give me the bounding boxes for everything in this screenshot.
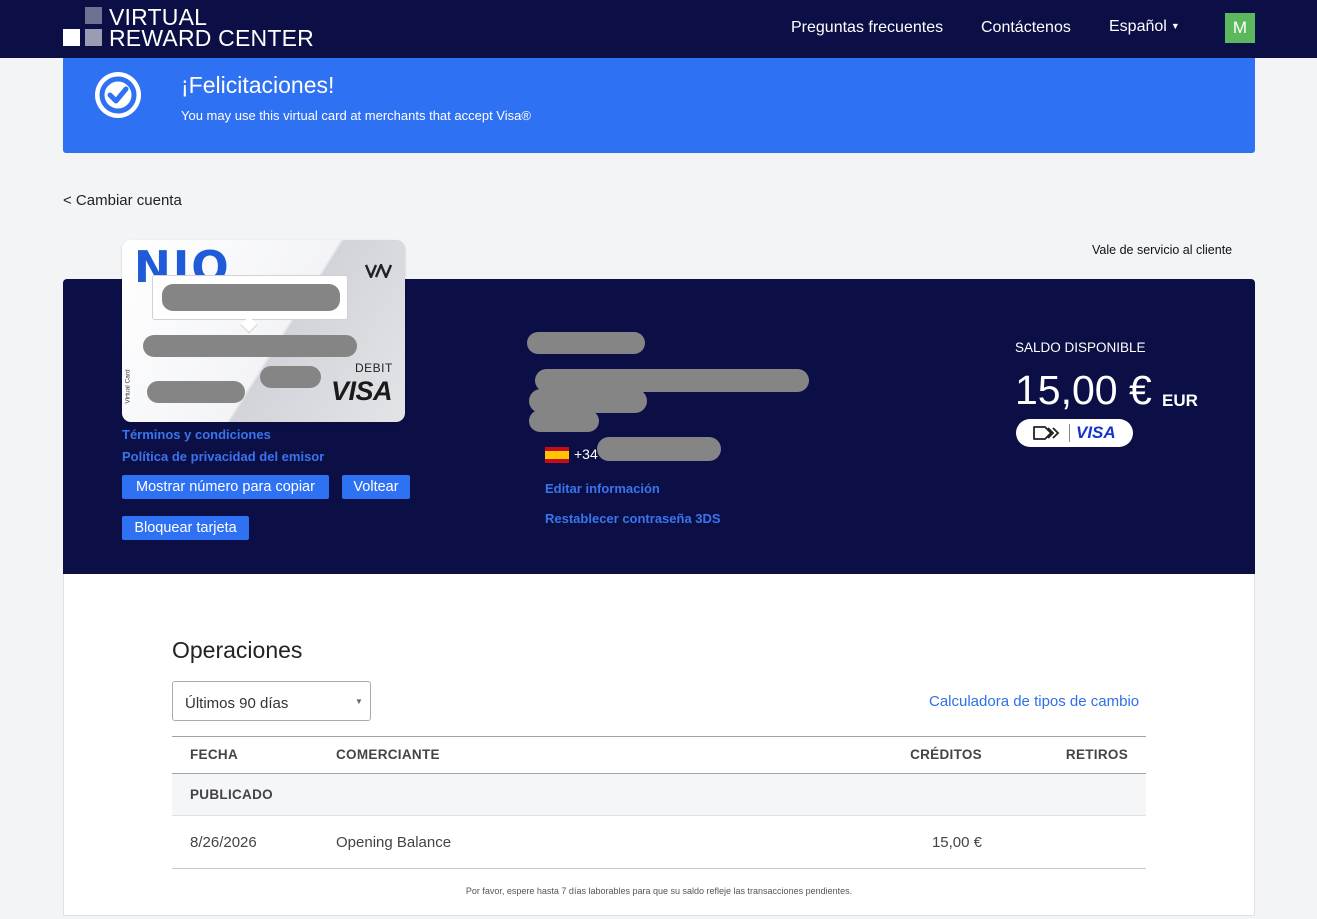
phone-prefix: +34 [574, 446, 598, 462]
redacted-cvv [260, 366, 321, 388]
logo-square [63, 29, 80, 46]
column-header-date: FECHA [190, 747, 238, 762]
redacted-card-number [162, 284, 340, 311]
caret-down-icon: ▼ [355, 697, 363, 706]
issuer-mark-icon [365, 264, 393, 278]
visa-logo: VISA [331, 376, 393, 406]
column-header-debits: RETIROS [1065, 747, 1128, 762]
date-range-value: Últimos 90 días [185, 695, 289, 712]
table-group-row: PUBLICADO [172, 774, 1146, 816]
group-label-posted: PUBLICADO [190, 787, 273, 802]
cell-date: 8/26/2026 [190, 834, 257, 851]
balance-amount: 15,00 € [1015, 367, 1152, 413]
redacted-phone [597, 437, 721, 461]
column-header-credits: CRÉDITOS [910, 747, 982, 762]
change-account-link[interactable]: < Cambiar cuenta [63, 192, 182, 209]
transactions-table: FECHA COMERCIANTE CRÉDITOS RETIROS PUBLI… [172, 736, 1146, 869]
contactless-icon [1033, 426, 1060, 440]
card-type-label: DEBIT [355, 361, 393, 375]
banner-title: ¡Felicitaciones! [181, 72, 335, 98]
redacted-name [527, 332, 645, 354]
nav-contact-link[interactable]: Contáctenos [981, 19, 1071, 37]
exchange-rate-calculator-link[interactable]: Calculadora de tipos de cambio [929, 693, 1139, 710]
top-navbar: VIRTUAL REWARD CENTER Preguntas frecuent… [0, 0, 1317, 58]
pending-transactions-note: Por favor, espere hasta 7 días laborable… [465, 886, 853, 896]
operations-title: Operaciones [172, 637, 303, 663]
banner-message: You may use this virtual card at merchan… [181, 108, 531, 123]
cell-credit: 15,00 € [931, 834, 982, 851]
issuer-privacy-link[interactable]: Política de privacidad del emisor [122, 449, 324, 464]
table-header: FECHA COMERCIANTE CRÉDITOS RETIROS [172, 736, 1146, 774]
balance-currency: EUR [1162, 391, 1198, 410]
success-banner: ¡Felicitaciones! You may use this virtua… [63, 58, 1255, 153]
column-header-merchant: COMERCIANTE [336, 747, 440, 762]
caret-down-icon: ▼ [1170, 21, 1180, 31]
language-label: Español [1109, 18, 1167, 35]
reset-3ds-password-link[interactable]: Restablecer contraseña 3DS [545, 511, 721, 526]
logo-square [85, 29, 102, 46]
redacted-cardholder [143, 335, 357, 357]
visa-logo: VISA [1076, 423, 1116, 442]
customer-service-voucher-link[interactable]: Vale de servicio al cliente [1092, 243, 1232, 257]
show-number-button[interactable]: Mostrar número para copiar [122, 475, 329, 499]
contactless-visa-badge: VISA [1016, 419, 1133, 447]
balance-label: SALDO DISPONIBLE [1015, 340, 1146, 355]
cell-merchant: Opening Balance [336, 834, 452, 851]
terms-link[interactable]: Términos y condiciones [122, 427, 271, 442]
badge-divider [1069, 424, 1070, 442]
spain-flag-icon [545, 447, 569, 463]
logo-square [85, 7, 102, 24]
redacted-address [529, 410, 599, 432]
user-avatar[interactable]: M [1225, 13, 1255, 43]
edit-info-link[interactable]: Editar información [545, 481, 660, 496]
date-range-select[interactable]: Últimos 90 días ▼ [172, 681, 371, 721]
nav-faq-link[interactable]: Preguntas frecuentes [791, 19, 943, 37]
check-circle-icon [95, 72, 141, 118]
language-selector[interactable]: Español ▼ [1109, 18, 1180, 36]
block-card-button[interactable]: Bloquear tarjeta [122, 516, 249, 540]
redacted-expiry [147, 381, 245, 403]
table-row: 8/26/2026 Opening Balance 15,00 € [172, 816, 1146, 869]
flip-card-button[interactable]: Voltear [342, 475, 410, 499]
virtual-card-side-label: Virtual Card [124, 369, 132, 404]
virtual-card: NIO DEBIT VISA Virtual Card [122, 240, 405, 422]
logo-text-line2: REWARD CENTER [109, 25, 314, 51]
